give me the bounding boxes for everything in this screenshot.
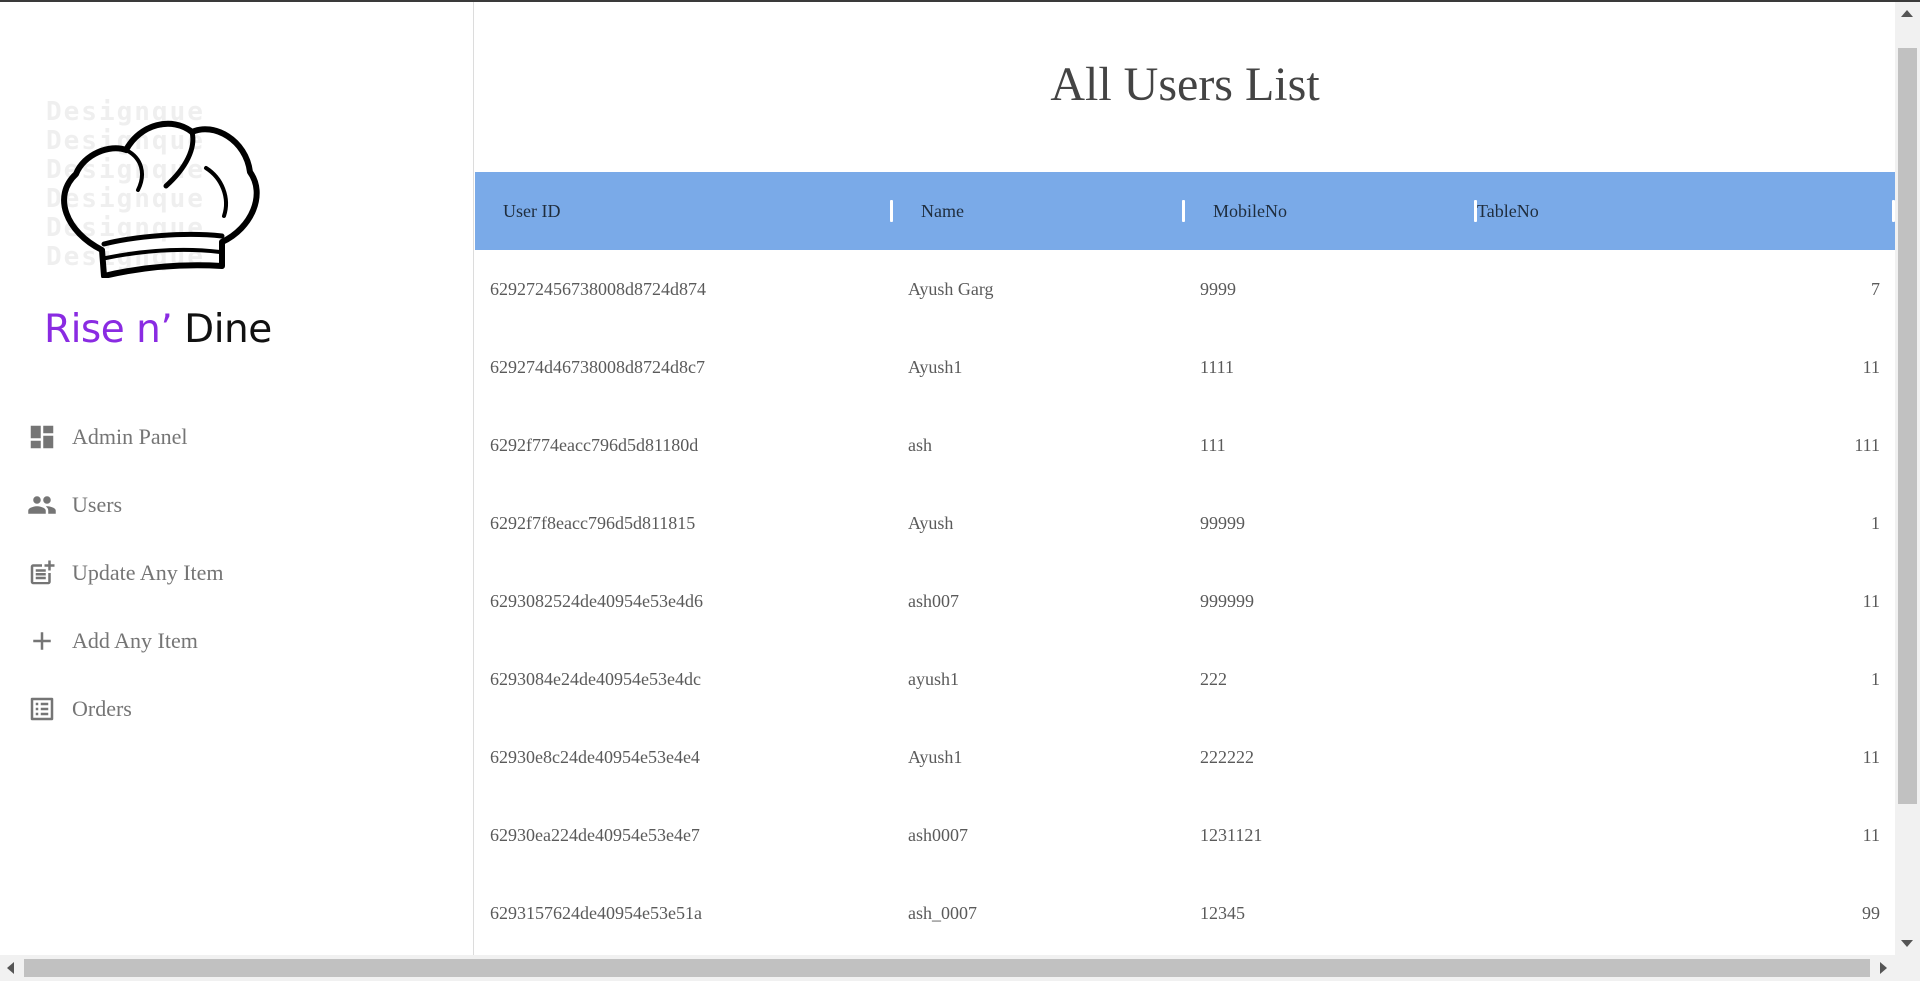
column-header-user-id[interactable]: User ID [475,172,893,250]
chef-hat-icon [61,120,260,278]
cell-name: Ayush1 [908,746,963,767]
cell-table-no: 11 [1862,824,1880,845]
table-row: 62930e8c24de40954e53e4e4 Ayush1 222222 1… [475,718,1895,796]
cell-user-id: 62930ea224de40954e53e4e7 [490,824,700,845]
cell-table-no: 11 [1862,746,1880,767]
sidebar: Designque Designque Designque Designque Desi… [0,2,474,955]
scroll-right-arrow-icon[interactable] [1880,962,1887,974]
sidebar-item-orders[interactable]: Orders [0,675,474,743]
cell-name: ash_0007 [908,902,977,923]
column-header-mobile-no[interactable]: MobileNo [1185,172,1477,250]
post-add-icon [26,557,58,589]
cell-mobile-no: 999999 [1200,590,1254,611]
sidebar-item-label: Orders [72,696,132,721]
dashboard-icon [26,421,58,453]
table-row: 6292f7f8eacc796d5d811815 Ayush 99999 1 [475,484,1895,562]
sidebar-item-admin-panel[interactable]: Admin Panel [0,403,474,471]
table-row: 6293157624de40954e53e51a ash_0007 12345 … [475,874,1895,952]
cell-table-no: 111 [1854,434,1880,455]
cell-mobile-no: 222 [1200,668,1227,689]
logo: Designque Designque Designque Designque Desi… [46,98,262,288]
vertical-scrollbar[interactable] [1895,2,1920,955]
cell-table-no: 11 [1862,590,1880,611]
cell-table-no: 1 [1871,668,1880,689]
horizontal-scrollbar-thumb[interactable] [24,959,1870,977]
table-row: 62930ea224de40954e53e4e7 ash0007 1231121… [475,796,1895,874]
cell-user-id: 629272456738008d8724d874 [490,278,706,299]
cell-name: Ayush Garg [908,278,994,299]
people-icon [26,489,58,521]
cell-user-id: 6293082524de40954e53e4d6 [490,590,703,611]
cell-user-id: 629274d46738008d8724d8c7 [490,356,705,377]
cell-table-no: 99 [1862,902,1880,923]
list-alt-icon [26,693,58,725]
cell-user-id: 6292f774eacc796d5d81180d [490,434,699,455]
cell-user-id: 6292f7f8eacc796d5d811815 [490,512,696,533]
cell-mobile-no: 99999 [1200,512,1245,533]
scroll-down-arrow-icon[interactable] [1901,940,1913,947]
cell-user-id: 62930e8c24de40954e53e4e4 [490,746,700,767]
table-row: 6292f774eacc796d5d81180d ash 111 111 [475,406,1895,484]
cell-name: Ayush1 [908,356,963,377]
table-row: 629274d46738008d8724d8c7 Ayush1 1111 11 [475,328,1895,406]
table-row: 629272456738008d8724d874 Ayush Garg 9999… [475,250,1895,328]
cell-name: ayush1 [908,668,959,689]
cell-mobile-no: 9999 [1200,278,1236,299]
cell-user-id: 6293157624de40954e53e51a [490,902,702,923]
sidebar-item-add-any-item[interactable]: Add Any Item [0,607,474,675]
brand-name-part2: Dine [184,307,272,352]
brand-name: Rise n’ Dine [44,307,272,352]
table-row: 6293082524de40954e53e4d6 ash007 999999 1… [475,562,1895,640]
scroll-left-arrow-icon[interactable] [7,962,14,974]
brand-name-part1: Rise n’ [44,307,173,352]
page-title: All Users List [1050,58,1320,111]
users-table-body: 629272456738008d8724d874 Ayush Garg 9999… [475,250,1895,952]
cell-mobile-no: 222222 [1200,746,1254,767]
cell-name: Ayush [908,512,954,533]
cell-table-no: 11 [1862,356,1880,377]
cell-mobile-no: 1111 [1200,356,1234,377]
cell-mobile-no: 111 [1200,434,1226,455]
cell-mobile-no: 12345 [1200,902,1245,923]
users-table: User ID Name MobileNo TableNo 6292724567… [475,172,1895,952]
cell-name: ash0007 [908,824,968,845]
sidebar-item-label: Admin Panel [72,424,188,449]
sidebar-item-users[interactable]: Users [0,471,474,539]
scroll-up-arrow-icon[interactable] [1901,10,1913,17]
sidebar-item-update-any-item[interactable]: Update Any Item [0,539,474,607]
plus-icon [26,625,58,657]
sidebar-item-label: Users [72,492,123,517]
sidebar-nav: Admin Panel Users Update Any Item Add An… [0,403,474,743]
column-header-table-no[interactable]: TableNo [1477,172,1895,250]
sidebar-item-label: Update Any Item [72,560,224,585]
horizontal-scrollbar[interactable] [0,955,1920,981]
vertical-scrollbar-thumb[interactable] [1898,48,1917,804]
cell-user-id: 6293084e24de40954e53e4dc [490,668,701,689]
main-content: All Users List User ID Name MobileNo Tab… [475,2,1895,955]
sidebar-item-label: Add Any Item [72,628,198,653]
cell-name: ash [908,434,932,455]
cell-table-no: 7 [1871,278,1880,299]
column-header-name[interactable]: Name [893,172,1185,250]
cell-table-no: 1 [1871,512,1880,533]
cell-name: ash007 [908,590,959,611]
table-row: 6293084e24de40954e53e4dc ayush1 222 1 [475,640,1895,718]
table-header-row: User ID Name MobileNo TableNo [475,172,1895,250]
cell-mobile-no: 1231121 [1200,824,1263,845]
